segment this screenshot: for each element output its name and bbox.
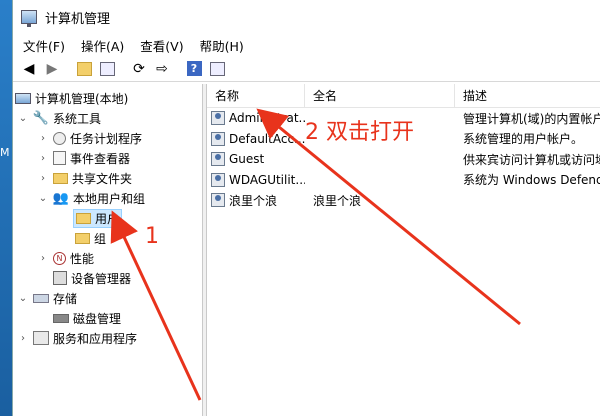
- up-folder-icon[interactable]: [74, 59, 94, 79]
- menu-bar: 文件(F) 操作(A) 查看(V) 帮助(H): [13, 34, 600, 56]
- tree-item-services-apps[interactable]: › 服务和应用程序: [13, 328, 202, 348]
- disk-icon: [53, 313, 69, 323]
- chevron-right-icon[interactable]: ›: [17, 333, 29, 344]
- tree-item-device-manager[interactable]: 设备管理器: [13, 268, 202, 288]
- tree-label: 用户: [95, 211, 120, 226]
- tree-item-users-selection[interactable]: 用户: [73, 208, 123, 228]
- table-row[interactable]: Guest 供来宾访问计算机或访问域: [207, 149, 600, 170]
- chevron-right-icon[interactable]: ›: [37, 153, 49, 164]
- navigation-tree: 计算机管理(本地) ⌄ 🔧 系统工具 › 任务计划程序 › 事件查看器 › 共享…: [13, 84, 203, 416]
- user-name: WDAGUtilit...: [229, 172, 305, 187]
- tree-label: 服务和应用程序: [53, 331, 138, 346]
- show-hide-tree-icon[interactable]: [97, 59, 117, 79]
- tree-label: 存储: [53, 291, 78, 306]
- chevron-down-icon[interactable]: ⌄: [17, 293, 29, 304]
- user-name: DefaultAcc...: [229, 131, 305, 146]
- tree-label: 设备管理器: [71, 271, 132, 286]
- table-row[interactable]: 浪里个浪 浪里个浪: [207, 190, 600, 211]
- tree-item-users[interactable]: 用户: [13, 208, 202, 228]
- tree-label: 组: [94, 231, 107, 246]
- menu-file[interactable]: 文件(F): [21, 35, 67, 56]
- users-group-icon: 👥: [52, 190, 70, 206]
- computer-icon: [15, 92, 31, 104]
- user-name: Administrat...: [229, 111, 305, 126]
- user-icon: [211, 152, 225, 167]
- column-header-name[interactable]: 名称: [207, 84, 305, 107]
- chevron-down-icon[interactable]: ⌄: [37, 193, 49, 204]
- tree-item-local-users-groups[interactable]: ⌄ 👥 本地用户和组: [13, 188, 202, 208]
- column-header-description[interactable]: 描述: [455, 84, 600, 107]
- chevron-right-icon[interactable]: ›: [37, 173, 49, 184]
- computer-management-icon: [21, 10, 37, 27]
- shared-folder-icon: [53, 172, 68, 184]
- tree-item-disk-management[interactable]: 磁盘管理: [13, 308, 202, 328]
- tree-item-storage[interactable]: ⌄ 存储: [13, 288, 202, 308]
- desktop-edge-text: M: [0, 146, 10, 159]
- tree-item-performance[interactable]: › N 性能: [13, 248, 202, 268]
- tree-item-shared-folders[interactable]: › 共享文件夹: [13, 168, 202, 188]
- tree-item-event-viewer[interactable]: › 事件查看器: [13, 148, 202, 168]
- title-bar: 计算机管理: [13, 0, 600, 34]
- folder-icon: [75, 232, 90, 244]
- user-icon: [211, 111, 225, 126]
- user-name: 浪里个浪: [229, 193, 278, 208]
- help-icon[interactable]: ?: [184, 59, 204, 79]
- tree-label: 本地用户和组: [73, 191, 146, 206]
- tree-label: 磁盘管理: [73, 311, 122, 326]
- tree-label: 计算机管理(本地): [35, 91, 129, 106]
- menu-action[interactable]: 操作(A): [79, 35, 126, 56]
- user-icon: [211, 193, 225, 208]
- tree-item-root[interactable]: 计算机管理(本地): [13, 88, 202, 108]
- tree-label: 性能: [70, 251, 95, 266]
- clock-icon: [53, 131, 66, 145]
- device-manager-icon: [53, 271, 67, 285]
- chevron-down-icon[interactable]: ⌄: [17, 113, 29, 124]
- chevron-right-icon[interactable]: ›: [37, 253, 49, 264]
- user-full-name: [305, 149, 455, 170]
- refresh-icon[interactable]: ⟳: [129, 59, 149, 79]
- table-row[interactable]: WDAGUtilit... 系统为 Windows Defend: [207, 170, 600, 191]
- performance-icon: N: [53, 251, 66, 265]
- tree-label: 系统工具: [53, 111, 102, 126]
- user-description: 系统为 Windows Defend: [463, 173, 600, 188]
- tools-icon: 🔧: [32, 110, 50, 126]
- action-pane-icon[interactable]: [207, 59, 227, 79]
- user-icon: [211, 172, 225, 187]
- annotation-step-1: 1: [145, 224, 159, 249]
- column-header-full-name[interactable]: 全名: [305, 84, 455, 107]
- desktop-edge: M: [0, 0, 12, 416]
- menu-view[interactable]: 查看(V): [138, 35, 185, 56]
- annotation-step-2: 2 双击打开: [305, 120, 414, 145]
- list-header: 名称 全名 描述: [207, 84, 600, 108]
- services-icon: [33, 331, 49, 345]
- tree-item-task-scheduler[interactable]: › 任务计划程序: [13, 128, 202, 148]
- user-full-name: [305, 170, 455, 191]
- menu-help[interactable]: 帮助(H): [198, 35, 246, 56]
- user-full-name: 浪里个浪: [313, 193, 362, 208]
- event-log-icon: [53, 151, 66, 165]
- toolbar: ◀ ▶ ⟳ ⇨ ?: [13, 56, 600, 82]
- back-arrow-icon[interactable]: ◀: [19, 59, 39, 79]
- tree-item-groups[interactable]: 组: [13, 228, 202, 248]
- tree-label: 事件查看器: [70, 151, 131, 166]
- window-title: 计算机管理: [45, 11, 111, 27]
- user-icon: [211, 131, 225, 146]
- user-description: 系统管理的用户帐户。: [463, 132, 584, 147]
- user-name: Guest: [229, 152, 265, 167]
- computer-management-window: 计算机管理 文件(F) 操作(A) 查看(V) 帮助(H) ◀ ▶ ⟳ ⇨ ? …: [12, 0, 600, 416]
- export-list-icon[interactable]: ⇨: [152, 59, 172, 79]
- chevron-right-icon[interactable]: ›: [37, 133, 49, 144]
- user-description: 供来宾访问计算机或访问域: [463, 152, 600, 167]
- storage-icon: [33, 293, 49, 303]
- tree-item-system-tools[interactable]: ⌄ 🔧 系统工具: [13, 108, 202, 128]
- folder-icon: [76, 212, 91, 224]
- user-description: [455, 190, 600, 211]
- tree-label: 任务计划程序: [70, 131, 143, 146]
- forward-arrow-icon[interactable]: ▶: [42, 59, 62, 79]
- user-description: 管理计算机(域)的内置帐户: [463, 111, 600, 126]
- tree-label: 共享文件夹: [72, 171, 133, 186]
